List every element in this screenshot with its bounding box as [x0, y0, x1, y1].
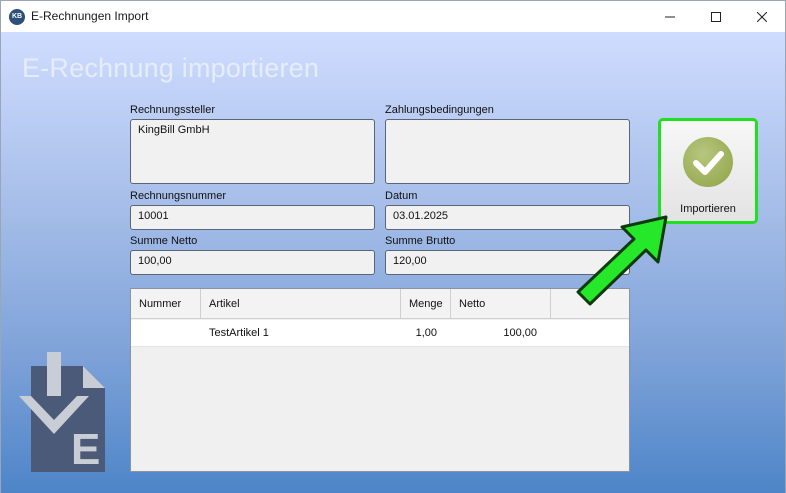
column-header-menge[interactable]: Menge — [401, 289, 451, 319]
app-window: KB E-Rechnungen Import E-Rechnung import… — [0, 0, 786, 493]
minimize-button[interactable] — [647, 1, 693, 32]
zahlungsbedingungen-label: Zahlungsbedingungen — [385, 104, 494, 116]
app-logo-icon: KB — [9, 9, 25, 25]
summe-brutto-label: Summe Brutto — [385, 235, 456, 247]
cell-menge: 1,00 — [415, 327, 437, 339]
summe-netto-label: Summe Netto — [130, 235, 198, 247]
minimize-icon — [665, 16, 675, 17]
maximize-button[interactable] — [693, 1, 739, 32]
client-area: E-Rechnung importieren Rechnungssteller … — [1, 32, 785, 493]
maximize-icon — [711, 11, 721, 22]
rechnungssteller-label: Rechnungssteller — [130, 104, 215, 116]
e-invoice-download-logo-icon: E — [19, 352, 105, 474]
cell-netto: 100,00 — [503, 327, 537, 339]
column-header-nummer[interactable]: Nummer — [131, 289, 201, 319]
rechnungsnummer-field[interactable]: 10001 — [130, 205, 375, 230]
title-bar[interactable]: KB E-Rechnungen Import — [1, 1, 785, 32]
svg-text:E: E — [71, 425, 100, 474]
page-title: E-Rechnung importieren — [22, 53, 320, 83]
cell-nummer — [139, 320, 199, 347]
zahlungsbedingungen-field[interactable] — [385, 119, 630, 184]
close-button[interactable] — [739, 1, 785, 32]
datum-label: Datum — [385, 190, 418, 202]
arrow-annotation-icon — [576, 215, 668, 306]
rechnungssteller-field[interactable]: KingBill GmbH — [130, 119, 375, 184]
checkmark-icon — [683, 137, 733, 187]
cell-artikel: TestArtikel 1 — [209, 327, 269, 339]
summe-netto-field[interactable]: 100,00 — [130, 250, 375, 275]
close-icon — [757, 11, 767, 22]
table-header: Nummer Artikel Menge Netto — [131, 289, 629, 319]
column-header-artikel[interactable]: Artikel — [201, 289, 401, 319]
articles-table[interactable]: Nummer Artikel Menge Netto TestArtikel 1… — [130, 288, 630, 472]
window-title: E-Rechnungen Import — [31, 9, 149, 23]
checkmark-glyph — [693, 151, 724, 175]
table-row[interactable]: TestArtikel 1 1,00 100,00 — [131, 320, 629, 347]
column-header-netto[interactable]: Netto — [451, 289, 551, 319]
rechnungsnummer-label: Rechnungsnummer — [130, 190, 226, 202]
